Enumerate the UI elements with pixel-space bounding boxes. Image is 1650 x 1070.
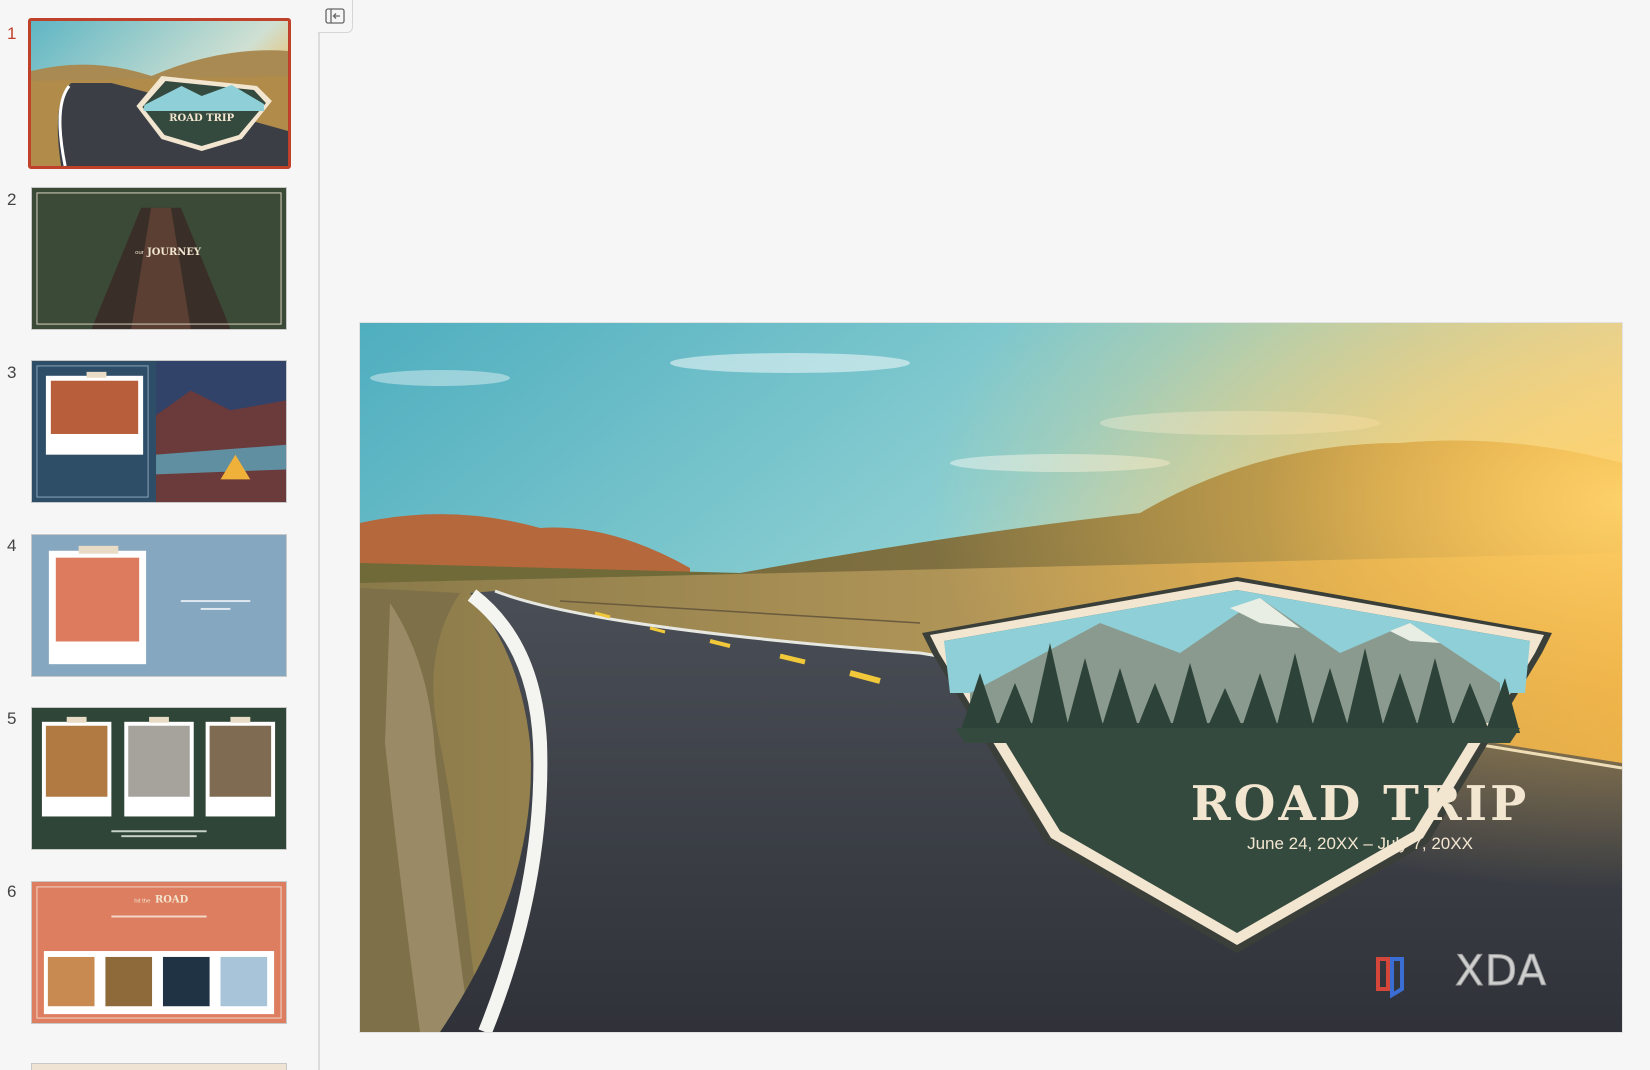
slide-5-preview-image: [32, 708, 286, 849]
slide-thumbnail-2[interactable]: our JOURNEY: [31, 187, 287, 330]
sidebar-toggle-icon: [325, 8, 345, 24]
slide-subtitle: June 24, 20XX – July 7, 20XX: [1247, 834, 1473, 853]
slide-3-preview-image: [32, 361, 286, 502]
xda-watermark: XDA: [1435, 945, 1548, 995]
road-landscape-image: [360, 323, 1622, 1032]
slide-thumbnail-3[interactable]: [31, 360, 287, 503]
slide-6-title: ROAD: [155, 895, 189, 906]
slide-number: 4: [7, 536, 17, 555]
slide-number: 1: [7, 24, 17, 43]
slide-number: 6: [7, 882, 17, 901]
slide-title: ROAD TRIP: [1190, 776, 1530, 832]
slide-1-title: ROAD TRIP: [169, 113, 234, 124]
slide-2-prefix: our: [135, 250, 144, 256]
slide-thumbnail-7[interactable]: [31, 1063, 287, 1070]
slide-6-preview-image: hit the ROAD: [32, 882, 286, 1023]
slide-thumbnail-1[interactable]: ROAD TRIP: [28, 18, 291, 169]
collapse-sidebar-button[interactable]: [318, 0, 353, 33]
slide-6-prefix: hit the: [134, 899, 151, 905]
slide-1-preview-image: ROAD TRIP: [31, 21, 288, 166]
slide-2-title: JOURNEY: [146, 247, 202, 258]
slide-2-preview-image: our JOURNEY: [32, 188, 286, 329]
slide-thumbnail-panel: 1 ROAD TRIP 2 our JOURNEY 3 4 5 6 hit th…: [0, 0, 320, 1070]
slide-number: 3: [7, 363, 17, 382]
slide-thumbnail-4[interactable]: [31, 534, 287, 677]
current-slide-canvas[interactable]: ROAD TRIP June 24, 20XX – July 7, 20XX X…: [360, 323, 1622, 1032]
slide-4-preview-image: [32, 535, 286, 676]
slide-number: 2: [7, 190, 17, 209]
watermark-text: XDA: [1454, 945, 1548, 995]
slide-thumbnail-6[interactable]: hit the ROAD: [31, 881, 287, 1024]
slide-thumbnail-5[interactable]: [31, 707, 287, 850]
slide-number: 5: [7, 709, 17, 728]
